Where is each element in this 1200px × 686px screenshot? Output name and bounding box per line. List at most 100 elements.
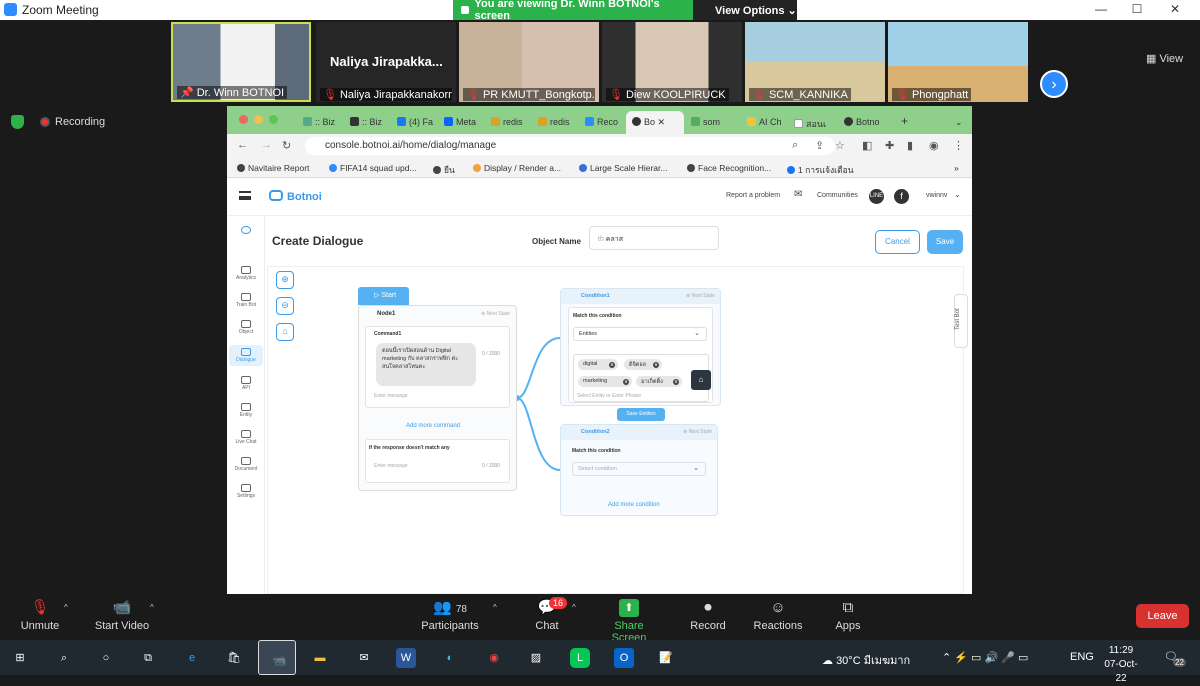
sidebar-item-settings[interactable]: Settings — [229, 484, 263, 499]
next-state-button[interactable]: ⊕ Next State — [686, 293, 715, 299]
outlook-icon[interactable]: O — [614, 648, 634, 668]
remove-tag-icon[interactable]: ✕ — [653, 361, 659, 368]
video-tile[interactable]: Naliya Jirapakka... 🎙 Naliya Jirapakkanak… — [316, 22, 456, 102]
save-entities-button[interactable]: Save Entities — [617, 408, 665, 421]
sidebar-item-train-bot[interactable]: Train Bot — [229, 293, 263, 308]
maximize-button[interactable]: ☐ — [1122, 2, 1152, 16]
browser-tab[interactable]: redis — [485, 111, 531, 134]
participants-options-icon[interactable]: ^ — [493, 603, 497, 612]
browser-tab[interactable]: som — [685, 111, 731, 134]
sidebar-item-api[interactable]: API — [229, 376, 263, 391]
maximize-dot-icon[interactable] — [269, 115, 278, 124]
more-bookmarks-icon[interactable]: » — [954, 163, 959, 173]
weather-widget[interactable]: ☁ 30°C มีเมฆมาก — [822, 651, 910, 669]
report-problem-link[interactable]: Report a problem — [726, 192, 780, 199]
browser-tab[interactable]: :: Biz — [297, 111, 343, 134]
browser-tab-active[interactable]: Bo ✕ — [626, 111, 684, 134]
zoom-taskbar-icon[interactable]: 📹 — [258, 640, 296, 675]
audio-options-icon[interactable]: ^ — [64, 603, 68, 612]
add-condition-button[interactable]: Add more condition — [608, 502, 660, 508]
dialogue-node[interactable]: Node1 ⊕ Next State Command1 ตอนนี้เราเปิ… — [358, 305, 517, 491]
puzzle-icon[interactable]: ✚ — [885, 139, 894, 152]
view-button[interactable]: ▦ View — [1146, 52, 1183, 65]
zoom-out-icon[interactable]: ⊖ — [276, 297, 294, 315]
minimize-dot-icon[interactable] — [254, 115, 263, 124]
sidebar-item-object[interactable]: Object — [229, 320, 263, 335]
entity-library-icon[interactable]: ⌂ — [691, 370, 711, 390]
bookmark-item[interactable]: ยืน — [433, 163, 455, 177]
no-match-input[interactable]: Enter message — [374, 463, 408, 469]
notification-center-icon[interactable]: 🗨 22 — [1164, 650, 1186, 667]
tab-list-button[interactable]: ⌄ — [949, 111, 969, 134]
entity-input[interactable]: Select Entity or Enter Phrase — [577, 393, 641, 399]
file-explorer-icon[interactable]: ▬ — [310, 648, 330, 668]
next-page-button[interactable]: › — [1040, 70, 1068, 98]
sidebar-item-dialogue[interactable]: Dialogue — [229, 345, 263, 366]
zoom-in-icon[interactable]: ⊕ — [276, 271, 294, 289]
edge-icon[interactable]: ◐ — [440, 648, 460, 668]
message-bubble[interactable]: ตอนนี้เราเปิดสอนด้าน Digital marketing ก… — [376, 343, 476, 386]
line-icon[interactable]: LINE — [869, 189, 884, 204]
share-screen-button[interactable]: ⬆ Share Screen — [596, 599, 662, 644]
sidebar-item-document[interactable]: Document — [229, 457, 263, 472]
add-command-button[interactable]: Add more command — [406, 423, 460, 429]
address-bar[interactable]: console.botnoi.ai/home/dialog/manage — [305, 137, 835, 155]
communities-link[interactable]: Communities — [817, 192, 858, 199]
hamburger-menu-icon[interactable] — [239, 191, 251, 200]
command-card[interactable]: Command1 ตอนนี้เราเปิดสอนด้าน Digital ma… — [365, 326, 510, 408]
condition-type-select[interactable]: Select condition ⌄ — [572, 462, 706, 476]
tab-close-icon[interactable]: ✕ — [658, 117, 666, 127]
tray-icons[interactable]: ⌃ ⚡ ▭ 🔊 🎤 ▭ — [942, 651, 1028, 664]
view-options-button[interactable]: View Options ⌄ — [693, 0, 797, 20]
entity-tag[interactable]: digital ✕ — [578, 359, 618, 370]
forward-icon[interactable]: → — [261, 139, 272, 151]
reload-icon[interactable]: ↻ — [282, 139, 291, 152]
home-icon[interactable]: ⌂ — [276, 323, 294, 341]
next-state-button[interactable]: ⊕ Next State — [683, 429, 712, 435]
bookmark-item[interactable]: Face Recognition... — [687, 163, 771, 173]
remove-tag-icon[interactable]: ✕ — [673, 378, 679, 385]
close-button[interactable]: ✕ — [1160, 2, 1190, 16]
test-bot-tab[interactable]: Test Bot — [954, 294, 968, 348]
entity-tag[interactable]: marketing ✕ — [578, 376, 632, 387]
video-tile[interactable]: 🎙 Diew KOOLPIRUCK — [602, 22, 742, 102]
sidebar-item-entity[interactable]: Entity — [229, 403, 263, 418]
remove-tag-icon[interactable]: ✕ — [623, 378, 629, 385]
taskbar-clock[interactable]: 11:29 07-Oct-22 — [1100, 644, 1142, 686]
search-icon[interactable]: ⌕ — [54, 648, 74, 668]
entity-tag[interactable]: มาเก็ตติ้ง ✕ — [636, 376, 682, 387]
apps-button[interactable]: ⧉ Apps — [830, 599, 866, 632]
share-icon[interactable]: ⇪ — [815, 139, 824, 152]
browser-tab[interactable]: redis — [532, 111, 578, 134]
store-icon[interactable]: 🛍 — [224, 648, 244, 668]
video-options-icon[interactable]: ^ — [150, 603, 154, 612]
browser-tab[interactable]: AI Ch — [741, 111, 787, 134]
new-tab-button[interactable]: + — [895, 111, 915, 134]
chevron-down-icon[interactable]: ⌄ — [954, 190, 961, 199]
back-icon[interactable]: ← — [237, 139, 248, 151]
recording-indicator[interactable]: Recording — [40, 116, 105, 128]
video-tile[interactable]: 🎙 PR KMUTT_Bongkotp... — [459, 22, 599, 102]
close-dot-icon[interactable] — [239, 115, 248, 124]
save-button[interactable]: Save — [927, 230, 963, 254]
ie-icon[interactable]: e — [182, 648, 202, 668]
remove-tag-icon[interactable]: ✕ — [609, 361, 615, 368]
notepad-icon[interactable]: 📝 — [656, 648, 676, 668]
bookmark-item[interactable]: Large Scale Hierar... — [579, 163, 667, 173]
extension-icon[interactable]: ◧ — [862, 139, 872, 152]
browser-tab[interactable]: Meta — [438, 111, 484, 134]
photos-icon[interactable]: ▨ — [526, 648, 546, 668]
enter-message-input[interactable]: Enter message — [374, 393, 408, 399]
bookmark-item[interactable]: Navitaire Report — [237, 163, 309, 173]
menu-icon[interactable]: ⋮ — [953, 139, 964, 152]
profile-icon[interactable]: ◉ — [929, 139, 939, 152]
sidebar-item-live-chat[interactable]: Live Chat — [229, 430, 263, 445]
video-tile[interactable]: 🎙 Phongphatt — [888, 22, 1028, 102]
zoom-search-icon[interactable]: ⌕ — [792, 139, 798, 152]
entity-tag-box[interactable]: digital ✕ ดิจิตอล ✕ marketing ✕ มาเก็ตติ้ง ✕… — [573, 354, 709, 402]
chrome-icon[interactable]: ◉ — [484, 648, 504, 668]
mail-icon[interactable]: ✉ — [354, 648, 374, 668]
mail-icon[interactable]: ✉ — [794, 189, 802, 200]
leave-button[interactable]: Leave — [1136, 604, 1189, 628]
no-match-card[interactable]: If the response doesn't match any Enter … — [365, 439, 510, 483]
